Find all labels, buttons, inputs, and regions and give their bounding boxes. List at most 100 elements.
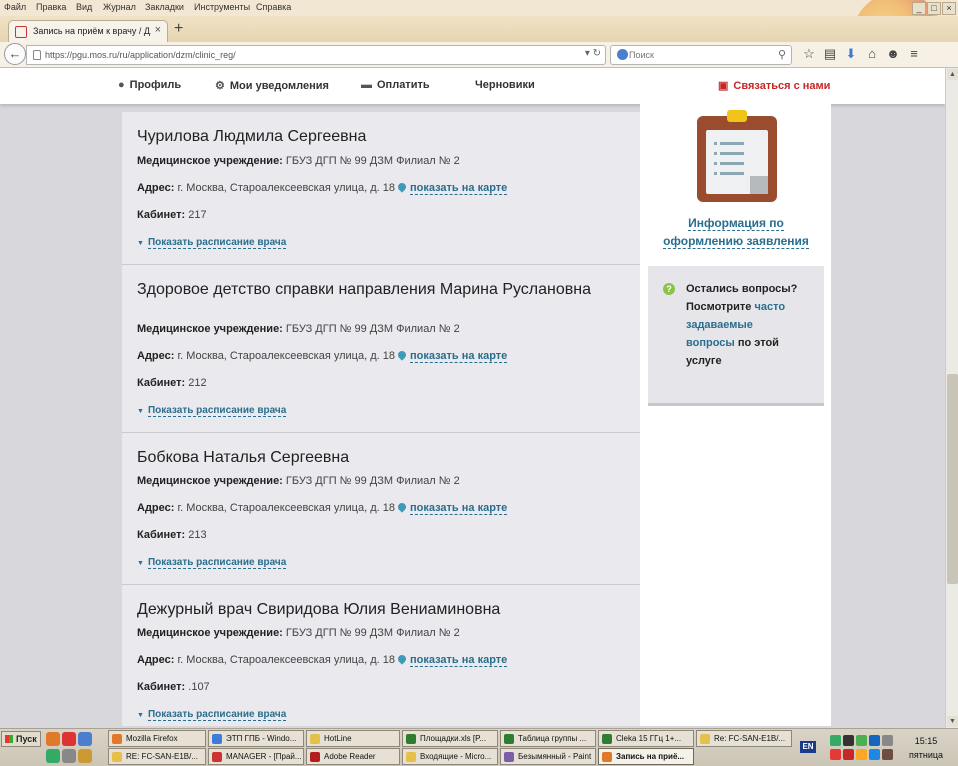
task-paint[interactable]: Безымянный - Paint — [500, 748, 596, 765]
task-excel-1[interactable]: Площадки.xls [P... — [402, 730, 498, 747]
menu-help[interactable]: Справка — [256, 2, 291, 12]
page-scrollbar[interactable]: ▲ ▼ — [945, 68, 958, 728]
tray-icon[interactable] — [830, 735, 841, 746]
mail-icon — [700, 734, 710, 744]
new-tab-icon[interactable]: + — [174, 20, 183, 38]
doctor-card: Дежурный врач Свиридова Юлия Вениаминовн… — [122, 585, 640, 726]
menu-edit[interactable]: Правка — [36, 2, 66, 12]
application-info-link[interactable]: Информация по оформлению заявления — [658, 214, 814, 250]
lock-icon — [33, 50, 41, 60]
institution-value: ГБУЗ ДГП № 99 ДЗМ Филиал № 2 — [285, 323, 460, 335]
tray-icon[interactable] — [869, 735, 880, 746]
language-indicator[interactable]: EN — [800, 741, 816, 753]
map-pin-icon — [396, 349, 408, 361]
tray-icon[interactable] — [856, 735, 867, 746]
app-quicklaunch-icon[interactable] — [46, 749, 60, 763]
task-label: HotLine — [324, 734, 352, 743]
tray-icon[interactable] — [843, 735, 854, 746]
menu-view[interactable]: Вид — [76, 2, 92, 12]
show-schedule-link[interactable]: ▼ Показать расписание врача — [137, 709, 287, 721]
menu-bar: Файл Правка Вид Журнал Закладки Инструме… — [0, 0, 958, 16]
task-firefox[interactable]: Mozilla Firefox — [108, 730, 206, 747]
nav-profile-label: Профиль — [129, 79, 182, 91]
firefox-quicklaunch-icon[interactable] — [46, 732, 60, 746]
task-outlook[interactable]: Входящие - Micro... — [402, 748, 498, 765]
firefox-icon — [602, 752, 612, 762]
tray-icon[interactable] — [882, 749, 893, 760]
task-hotline[interactable]: HotLine — [306, 730, 400, 747]
institution-label: Медицинское учреждение: — [137, 475, 283, 487]
system-clock[interactable]: 15:15 пятница — [898, 734, 954, 762]
task-excel-2[interactable]: Таблица группы ... — [500, 730, 596, 747]
tray-icon[interactable] — [843, 749, 854, 760]
nav-profile[interactable]: ● Профиль — [118, 79, 181, 91]
tray-icon[interactable] — [869, 749, 880, 760]
doctor-card: Бобкова Наталья Сергеевна Медицинское уч… — [122, 433, 640, 585]
maximize-icon[interactable]: □ — [927, 2, 941, 15]
app-icon — [212, 752, 222, 762]
yandex-quicklaunch-icon[interactable] — [62, 732, 76, 746]
scroll-down-icon[interactable]: ▼ — [947, 716, 958, 727]
menu-tools[interactable]: Инструменты — [194, 2, 250, 12]
task-etp[interactable]: ЭТП ГПБ - Windo... — [208, 730, 304, 747]
close-window-icon[interactable]: × — [942, 2, 956, 15]
ie-quicklaunch-icon[interactable] — [78, 732, 92, 746]
room-value: 212 — [188, 377, 207, 389]
task-label: MANAGER - [Прай... — [226, 752, 302, 761]
doctor-name: Дежурный врач Свиридова Юлия Вениаминовн… — [137, 601, 501, 618]
institution-row: Медицинское учреждение: ГБУЗ ДГП № 99 ДЗ… — [137, 475, 460, 487]
menu-file[interactable]: Файл — [4, 2, 26, 12]
task-mail-2[interactable]: RE: FC-SAN-E1B/... — [108, 748, 206, 765]
task-excel-3[interactable]: Сleka 15 ГГц 1+... — [598, 730, 694, 747]
window-controls: _ □ × — [911, 0, 956, 16]
task-mail-1[interactable]: Re: FC-SAN-E1B/... — [696, 730, 792, 747]
task-label: Mozilla Firefox — [126, 734, 178, 743]
scrollbar-thumb[interactable] — [947, 374, 958, 584]
show-schedule-link[interactable]: ▼ Показать расписание врача — [137, 557, 287, 569]
addon-icon[interactable]: ☻ — [884, 46, 902, 61]
show-schedule-link[interactable]: ▼ Показать расписание врача — [137, 237, 287, 249]
institution-value: ГБУЗ ДГП № 99 ДЗМ Филиал № 2 — [285, 155, 460, 167]
scroll-up-icon[interactable]: ▲ — [947, 69, 958, 80]
tab-close-icon[interactable]: × — [155, 24, 161, 36]
url-bar[interactable]: https://pgu.mos.ru/ru/application/dzm/cl… — [26, 45, 606, 65]
tray-icon[interactable] — [882, 735, 893, 746]
back-button[interactable]: ← — [4, 43, 26, 65]
tray-icon[interactable] — [856, 749, 867, 760]
bookmarks-list-icon[interactable]: ▤ — [821, 46, 839, 62]
minimize-icon[interactable]: _ — [912, 2, 926, 15]
bookmark-star-icon[interactable]: ☆ — [800, 46, 818, 62]
show-on-map-link[interactable]: показать на карте — [409, 182, 508, 195]
desktop-quicklaunch-icon[interactable] — [62, 749, 76, 763]
show-on-map-link[interactable]: показать на карте — [409, 350, 508, 363]
nav-pay[interactable]: ▬ Оплатить — [361, 79, 430, 91]
download-icon[interactable]: ⬇ — [842, 46, 860, 62]
nav-notifications[interactable]: ⚙ Мои уведомления — [215, 79, 329, 92]
menu-icon[interactable]: ≡ — [905, 46, 923, 61]
search-bar[interactable]: ⚲ — [610, 45, 792, 65]
task-firefox-active[interactable]: Запись на приё... — [598, 748, 694, 765]
search-engine-icon[interactable] — [617, 49, 628, 60]
home-icon[interactable]: ⌂ — [863, 46, 881, 61]
start-button[interactable]: Пуск — [1, 731, 41, 747]
show-schedule-link[interactable]: ▼ Показать расписание врача — [137, 405, 287, 417]
folder-quicklaunch-icon[interactable] — [78, 749, 92, 763]
task-manager[interactable]: MANAGER - [Прай... — [208, 748, 304, 765]
reload-icon[interactable]: ▾ ↻ — [585, 48, 601, 59]
nav-contact[interactable]: ▣ Связаться с нами — [718, 79, 830, 92]
task-label: Re: FC-SAN-E1B/... — [714, 734, 786, 743]
room-row: Кабинет: 213 — [137, 529, 207, 541]
nav-drafts[interactable]: Черновики — [475, 79, 535, 91]
tray-icon[interactable] — [830, 749, 841, 760]
task-label: Таблица группы ... — [518, 734, 587, 743]
task-label: Adobe Reader — [324, 752, 376, 761]
search-input[interactable] — [629, 48, 779, 62]
task-adobe-reader[interactable]: Adobe Reader — [306, 748, 400, 765]
menu-bookmarks[interactable]: Закладки — [145, 2, 184, 12]
menu-history[interactable]: Журнал — [103, 2, 136, 12]
show-on-map-link[interactable]: показать на карте — [409, 502, 508, 515]
browser-tab[interactable]: Запись на приём к врачу / Д... × — [8, 20, 168, 42]
show-on-map-link[interactable]: показать на карте — [409, 654, 508, 667]
search-icon[interactable]: ⚲ — [778, 48, 786, 61]
caret-down-icon: ▼ — [137, 408, 144, 415]
